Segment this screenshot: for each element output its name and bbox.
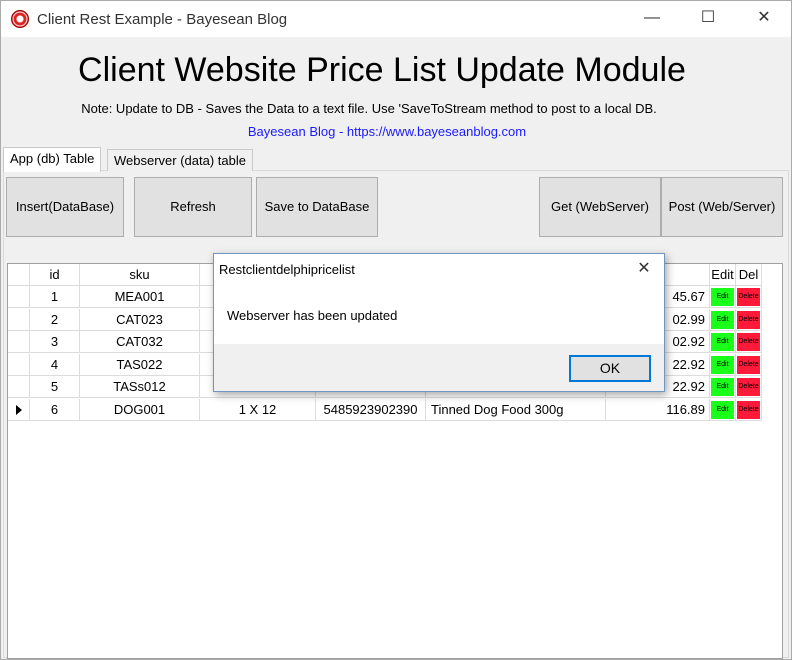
edit-row-button[interactable]: Edit — [711, 378, 734, 396]
current-row-pointer-icon — [15, 404, 22, 415]
blog-link[interactable]: Bayesean Blog - https://www.bayeseanblog… — [1, 124, 773, 139]
edit-row-button[interactable]: Edit — [711, 333, 734, 351]
delete-row-button[interactable]: Delete — [737, 378, 760, 396]
cell-edit: Edit — [710, 398, 736, 421]
refresh-button[interactable]: Refresh — [134, 177, 252, 237]
header-indicator-cell — [8, 264, 30, 286]
header-sku[interactable]: sku — [80, 264, 200, 286]
cell-sku[interactable]: CAT023 — [80, 308, 200, 331]
header-id[interactable]: id — [30, 264, 80, 286]
cell-sku[interactable]: TAS022 — [80, 353, 200, 376]
row-indicator-cell[interactable] — [8, 331, 30, 353]
delete-row-button[interactable]: Delete — [737, 355, 760, 374]
dialog-title-bar: Restclientdelphipricelist ✕ — [214, 254, 664, 286]
row-indicator-cell[interactable] — [8, 398, 30, 421]
app-logo-icon — [11, 10, 29, 28]
edit-row-button[interactable]: Edit — [711, 310, 734, 329]
save-to-database-button[interactable]: Save to DataBase — [256, 177, 378, 237]
cell-delete: Delete — [736, 398, 762, 421]
edit-row-button[interactable]: Edit — [711, 400, 734, 419]
dialog-body: Webserver has been updated — [214, 286, 664, 344]
cell-sku[interactable]: DOG001 — [80, 398, 200, 421]
cell-edit: Edit — [710, 376, 736, 398]
delete-row-button[interactable]: Delete — [737, 310, 760, 329]
cell-sku[interactable]: TASs012 — [80, 376, 200, 398]
minimize-button[interactable]: — — [629, 1, 675, 37]
tab-app-db-table[interactable]: App (db) Table — [3, 147, 102, 172]
cell-delete: Delete — [736, 353, 762, 376]
post-webserver-button[interactable]: Post (Web/Server) — [661, 177, 783, 237]
dialog-message: Webserver has been updated — [227, 308, 398, 323]
cell-delete: Delete — [736, 376, 762, 398]
cell-barcode[interactable]: 5485923902390 — [316, 398, 426, 421]
row-indicator-cell[interactable] — [8, 308, 30, 331]
delete-row-button[interactable]: Delete — [737, 288, 760, 306]
note-text: Note: Update to DB - Saves the Data to a… — [81, 101, 657, 116]
cell-id[interactable]: 1 — [30, 286, 80, 308]
cell-id[interactable]: 3 — [30, 331, 80, 353]
header-edit[interactable]: Edit — [710, 264, 736, 286]
cell-id[interactable]: 2 — [30, 308, 80, 331]
insert-database-button[interactable]: Insert(DataBase) — [6, 177, 124, 237]
tab-webserver-data-table[interactable]: Webserver (data) table — [107, 149, 253, 171]
cell-description[interactable]: Tinned Dog Food 300g — [426, 398, 606, 421]
row-indicator-cell[interactable] — [8, 353, 30, 376]
header-del[interactable]: Del — [736, 264, 762, 286]
dialog-ok-button[interactable]: OK — [569, 355, 651, 382]
cell-delete: Delete — [736, 286, 762, 308]
cell-id[interactable]: 5 — [30, 376, 80, 398]
edit-row-button[interactable]: Edit — [711, 355, 734, 374]
cell-delete: Delete — [736, 331, 762, 353]
get-webserver-button[interactable]: Get (WebServer) — [539, 177, 661, 237]
title-bar: Client Rest Example - Bayesean Blog — ☐ … — [1, 1, 791, 37]
cell-id[interactable]: 4 — [30, 353, 80, 376]
delete-row-button[interactable]: Delete — [737, 400, 760, 419]
window-title: Client Rest Example - Bayesean Blog — [37, 11, 288, 28]
cell-sku[interactable]: MEA001 — [80, 286, 200, 308]
app-window: Client Rest Example - Bayesean Blog — ☐ … — [0, 0, 792, 660]
cell-edit: Edit — [710, 286, 736, 308]
row-indicator-cell[interactable] — [8, 286, 30, 308]
table-row[interactable]: 6 DOG001 1 X 12 5485923902390 Tinned Dog Foo… — [8, 398, 768, 421]
row-indicator-cell[interactable] — [8, 376, 30, 398]
page-title: Client Website Price List Update Module — [78, 51, 686, 89]
cell-edit: Edit — [710, 308, 736, 331]
maximize-button[interactable]: ☐ — [685, 1, 731, 37]
close-button[interactable]: ✕ — [741, 1, 787, 37]
cell-pack[interactable]: 1 X 12 — [200, 398, 316, 421]
cell-edit: Edit — [710, 331, 736, 353]
cell-price[interactable]: 116.89 — [606, 398, 710, 421]
dialog-title: Restclientdelphipricelist — [219, 262, 355, 277]
edit-row-button[interactable]: Edit — [711, 288, 734, 306]
dialog-close-icon[interactable]: ✕ — [632, 257, 656, 281]
delete-row-button[interactable]: Delete — [737, 333, 760, 351]
message-dialog: Restclientdelphipricelist ✕ Webserver ha… — [213, 253, 665, 392]
cell-delete: Delete — [736, 308, 762, 331]
cell-id[interactable]: 6 — [30, 398, 80, 421]
cell-edit: Edit — [710, 353, 736, 376]
cell-sku[interactable]: CAT032 — [80, 331, 200, 353]
